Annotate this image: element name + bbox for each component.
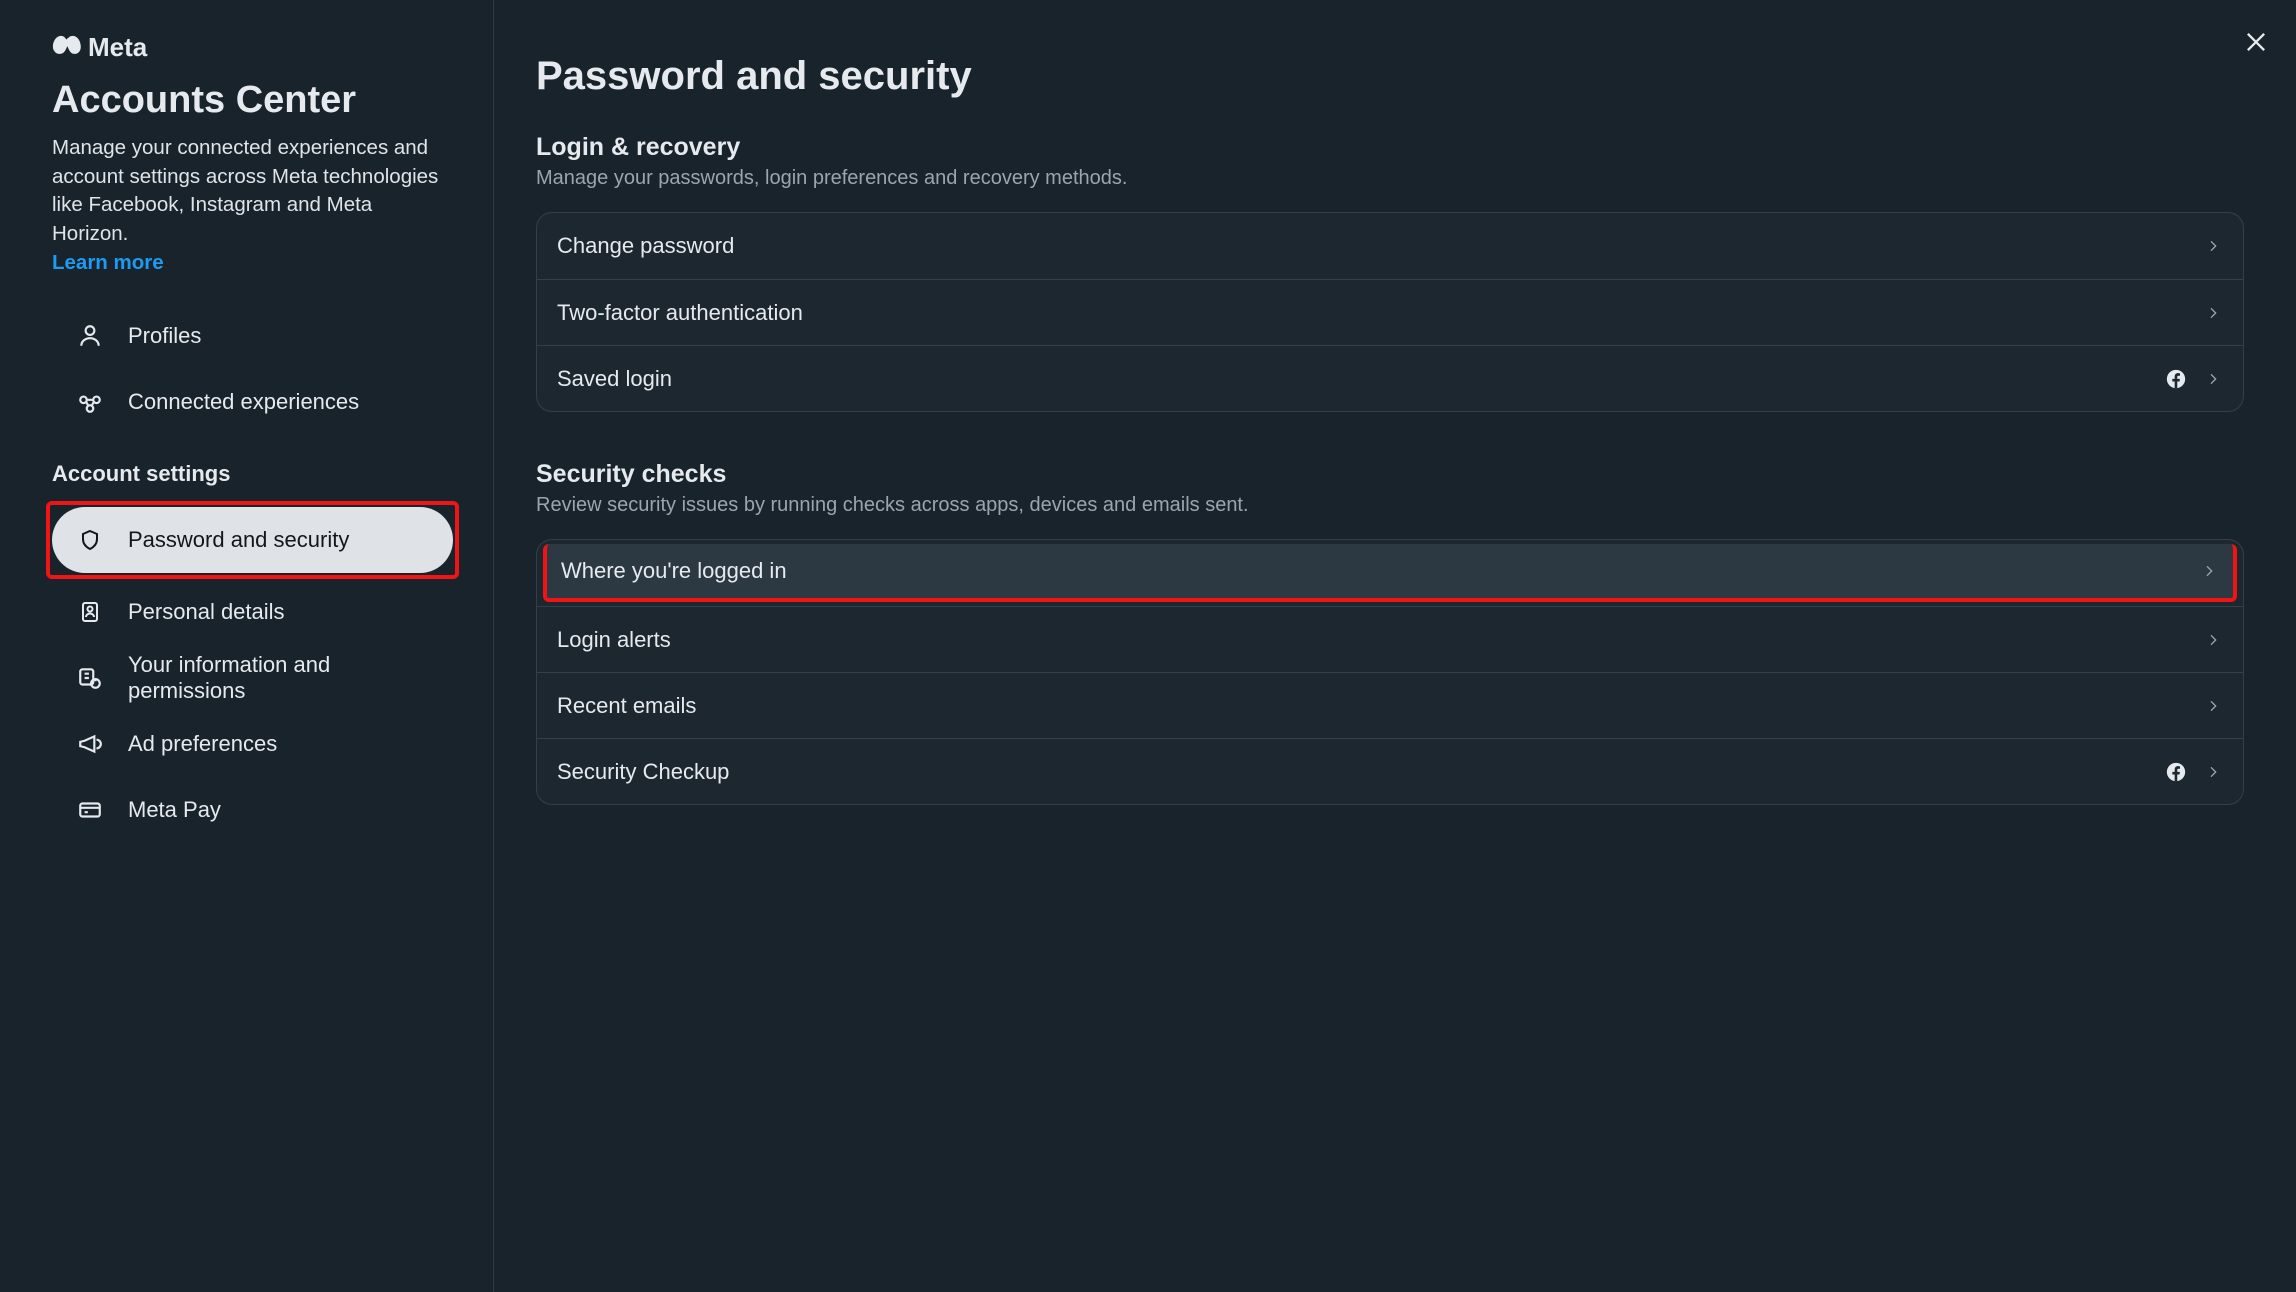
sidebar-item-password-security[interactable]: Password and security (52, 507, 453, 573)
sidebar-item-label: Profiles (128, 323, 201, 349)
row-trailing (2165, 761, 2223, 783)
chevron-right-icon (2203, 369, 2223, 389)
main-panel: Password and security Login & recovery M… (494, 0, 2296, 1292)
row-trailing (2203, 696, 2223, 716)
facebook-icon (2165, 368, 2187, 390)
close-icon (2242, 28, 2270, 61)
sidebar-item-label: Personal details (128, 599, 285, 625)
row-trailing (2203, 303, 2223, 323)
chevron-right-icon (2203, 303, 2223, 323)
sidebar-item-connected-experiences[interactable]: Connected experiences (52, 369, 453, 435)
person-icon (76, 322, 104, 350)
row-label: Change password (557, 233, 2203, 259)
sidebar-description: Manage your connected experiences and ac… (52, 134, 453, 249)
sidebar-item-label: Your information and permissions (128, 652, 429, 704)
section-title-security-checks: Security checks (536, 460, 2244, 489)
page-title: Password and security (536, 54, 2244, 99)
sidebar-item-profiles[interactable]: Profiles (52, 303, 453, 369)
row-trailing (2199, 561, 2219, 581)
row-security-checkup[interactable]: Security Checkup (537, 738, 2243, 804)
sidebar-item-label: Password and security (128, 527, 349, 553)
app-root: Meta Accounts Center Manage your connect… (0, 0, 2296, 1292)
shield-icon (76, 526, 104, 554)
brand-name: Meta (88, 32, 147, 63)
chevron-right-icon (2199, 561, 2219, 581)
brand: Meta (52, 32, 453, 63)
chevron-right-icon (2203, 630, 2223, 650)
sidebar-item-label: Ad preferences (128, 731, 277, 757)
row-two-factor[interactable]: Two-factor authentication (537, 279, 2243, 345)
row-label: Security Checkup (557, 759, 2165, 785)
facebook-icon (2165, 761, 2187, 783)
card-security-checks: Where you're logged in Login alerts Rece… (536, 539, 2244, 805)
row-change-password[interactable]: Change password (537, 213, 2243, 279)
megaphone-icon (76, 730, 104, 758)
row-label: Where you're logged in (561, 558, 2199, 584)
row-recent-emails[interactable]: Recent emails (537, 672, 2243, 738)
row-saved-login[interactable]: Saved login (537, 345, 2243, 411)
sidebar-item-label: Meta Pay (128, 797, 221, 823)
row-trailing (2203, 630, 2223, 650)
sidebar-item-label: Connected experiences (128, 389, 359, 415)
sidebar-item-ad-preferences[interactable]: Ad preferences (52, 711, 453, 777)
row-label: Saved login (557, 366, 2165, 392)
learn-more-link[interactable]: Learn more (52, 251, 164, 274)
sidebar: Meta Accounts Center Manage your connect… (0, 0, 494, 1292)
section-desc-security-checks: Review security issues by running checks… (536, 494, 2244, 517)
sidebar-top-list: Profiles Connected experiences (52, 303, 453, 435)
row-label: Login alerts (557, 627, 2203, 653)
chevron-right-icon (2203, 236, 2223, 256)
sidebar-title: Accounts Center (52, 79, 453, 122)
row-label: Recent emails (557, 693, 2203, 719)
row-where-logged-in[interactable]: Where you're logged in (543, 544, 2237, 602)
permissions-icon (76, 664, 104, 692)
credit-card-icon (76, 796, 104, 824)
id-card-icon (76, 598, 104, 626)
row-trailing (2203, 236, 2223, 256)
sidebar-item-meta-pay[interactable]: Meta Pay (52, 777, 453, 843)
section-desc-login-recovery: Manage your passwords, login preferences… (536, 167, 2244, 190)
chevron-right-icon (2203, 696, 2223, 716)
section-title-login-recovery: Login & recovery (536, 133, 2244, 162)
sidebar-settings-list: Password and security Personal details Y… (52, 501, 453, 843)
connections-icon (76, 388, 104, 416)
sidebar-settings-heading: Account settings (52, 461, 453, 487)
close-button[interactable] (2236, 24, 2276, 64)
sidebar-item-info-permissions[interactable]: Your information and permissions (52, 645, 453, 711)
row-trailing (2165, 368, 2223, 390)
row-label: Two-factor authentication (557, 300, 2203, 326)
row-login-alerts[interactable]: Login alerts (537, 606, 2243, 672)
meta-logo-icon (52, 35, 82, 60)
sidebar-item-personal-details[interactable]: Personal details (52, 579, 453, 645)
chevron-right-icon (2203, 762, 2223, 782)
card-login-recovery: Change password Two-factor authenticatio… (536, 212, 2244, 412)
highlight-box: Password and security (46, 501, 459, 579)
